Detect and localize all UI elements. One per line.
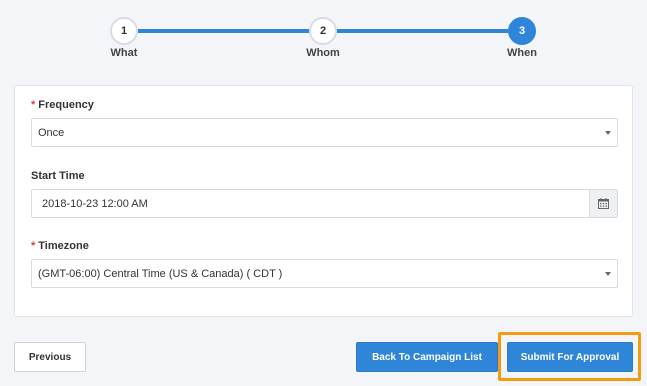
step-2-circle[interactable]: 2 bbox=[309, 17, 337, 45]
schedule-form-card: * Frequency Once Start Time 2018-10-23 12… bbox=[14, 85, 633, 317]
back-to-campaign-list-button[interactable]: Back To Campaign List bbox=[356, 342, 498, 372]
required-mark: * bbox=[31, 99, 36, 111]
frequency-label: * Frequency bbox=[31, 99, 94, 111]
step-1-label: What bbox=[110, 47, 138, 59]
caret-down-icon bbox=[605, 272, 611, 276]
wizard-stepper: 1 What 2 Whom 3 When bbox=[0, 0, 647, 70]
required-mark: * bbox=[31, 240, 36, 252]
start-time-value: 2018-10-23 12:00 AM bbox=[42, 197, 148, 210]
step-1-circle[interactable]: 1 bbox=[110, 17, 138, 45]
frequency-label-text: Frequency bbox=[38, 99, 94, 111]
start-time-input[interactable]: 2018-10-23 12:00 AM bbox=[31, 189, 618, 218]
calendar-button[interactable] bbox=[589, 190, 617, 217]
previous-button[interactable]: Previous bbox=[14, 342, 86, 372]
timezone-label-text: Timezone bbox=[38, 240, 89, 252]
step-2-label: Whom bbox=[306, 47, 340, 59]
step-1-number: 1 bbox=[120, 25, 128, 37]
caret-down-icon bbox=[605, 131, 611, 135]
step-3-number: 3 bbox=[518, 25, 526, 37]
calendar-icon bbox=[598, 198, 609, 209]
step-2-number: 2 bbox=[319, 25, 327, 37]
timezone-label: * Timezone bbox=[31, 240, 89, 252]
start-time-label: Start Time bbox=[31, 170, 85, 182]
timezone-select[interactable]: (GMT-06:00) Central Time (US & Canada) (… bbox=[31, 259, 618, 288]
step-3-circle[interactable]: 3 bbox=[508, 17, 536, 45]
frequency-select[interactable]: Once bbox=[31, 118, 618, 147]
frequency-value: Once bbox=[38, 126, 65, 139]
submit-for-approval-button[interactable]: Submit For Approval bbox=[507, 342, 633, 372]
timezone-value: (GMT-06:00) Central Time (US & Canada) (… bbox=[38, 267, 283, 280]
step-3-label: When bbox=[507, 47, 537, 59]
